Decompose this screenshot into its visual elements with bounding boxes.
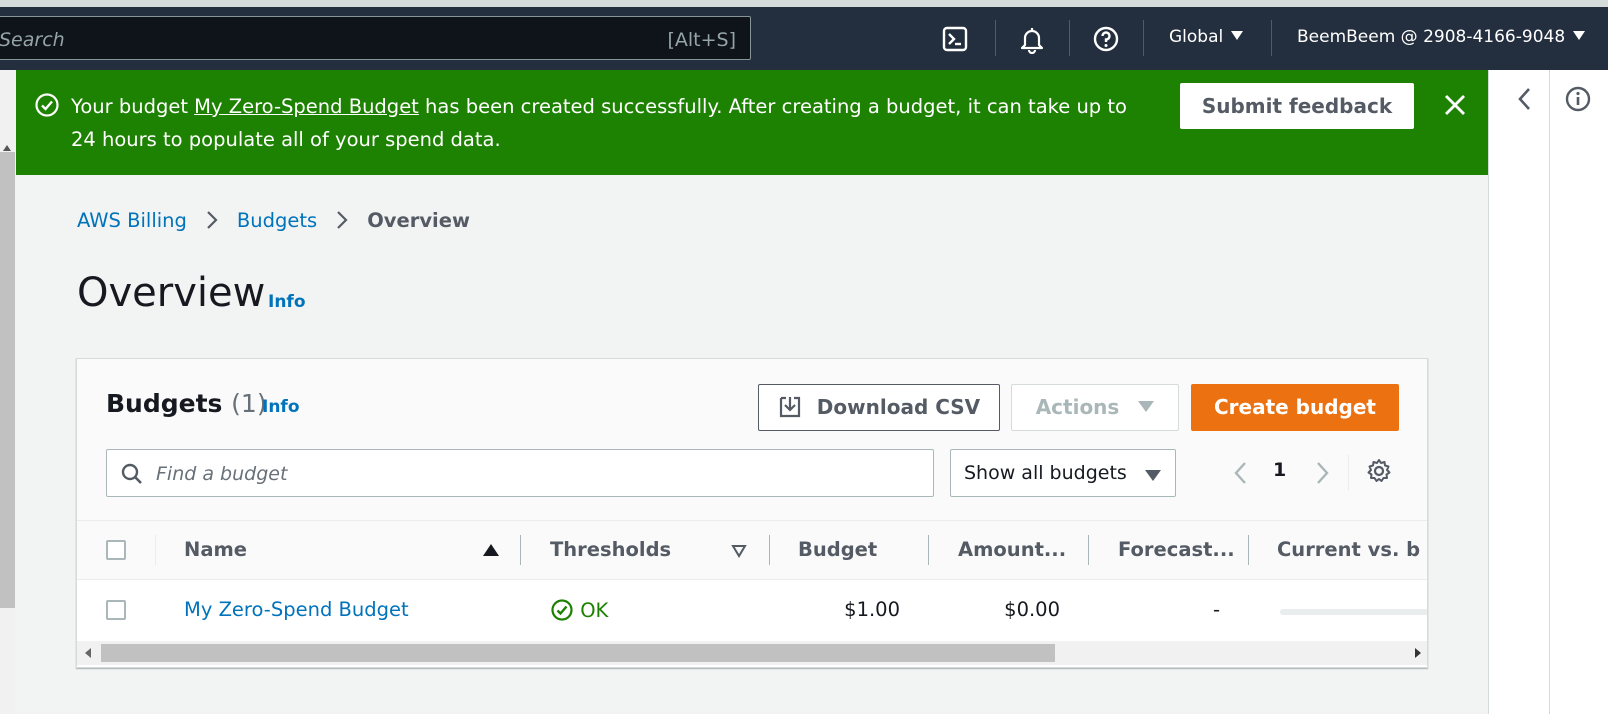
download-icon	[779, 396, 800, 418]
region-label: Global	[1169, 27, 1224, 47]
search-shortcut: [Alt+S]	[667, 29, 736, 51]
sort-ascending-icon[interactable]	[483, 544, 499, 556]
account-menu[interactable]: BeemBeem @ 2908-4166-9048	[1297, 27, 1586, 47]
scroll-up-arrow-icon[interactable]	[3, 145, 11, 151]
search-placeholder: Search	[0, 29, 65, 51]
threshold-status-label: OK	[580, 599, 609, 622]
tools-side-panel	[1488, 70, 1608, 714]
budget-filter-select[interactable]: Show all budgets	[950, 449, 1176, 497]
flash-message: Your budget My Zero-Spend Budget has bee…	[71, 90, 1151, 156]
success-flash-banner: Your budget My Zero-Spend Budget has bee…	[16, 70, 1488, 175]
column-header-amount[interactable]: Amount...	[958, 538, 1066, 561]
threshold-status: OK	[550, 598, 608, 622]
column-header-forecast[interactable]: Forecast...	[1118, 538, 1235, 561]
cloudshell-icon[interactable]	[940, 24, 970, 54]
notifications-bell-icon[interactable]	[1017, 24, 1047, 54]
actual-amount: $0.00	[1004, 598, 1060, 621]
scrollbar-thumb[interactable]	[0, 152, 15, 608]
horizontal-scrollbar-thumb[interactable]	[101, 644, 1055, 662]
topbar-divider	[995, 20, 996, 56]
column-header-thresholds[interactable]: Thresholds	[550, 538, 671, 561]
breadcrumb: AWS Billing Budgets Overview	[77, 209, 470, 232]
help-icon[interactable]	[1091, 24, 1121, 54]
caret-down-icon	[1145, 470, 1161, 481]
global-search-input[interactable]: Search [Alt+S]	[0, 16, 751, 60]
submit-feedback-button[interactable]: Submit feedback	[1180, 83, 1414, 129]
forecast-amount: -	[1212, 598, 1220, 621]
chevron-left-icon[interactable]	[1513, 84, 1537, 114]
chevron-right-icon	[337, 211, 348, 229]
success-check-icon	[35, 93, 59, 117]
select-all-checkbox[interactable]	[106, 540, 126, 560]
budget-amount: $1.00	[844, 598, 900, 621]
table-header-row: Name Thresholds Budget Amount... Forecas…	[77, 521, 1427, 580]
info-panel-icon[interactable]	[1563, 84, 1593, 114]
caret-down-icon	[1138, 401, 1155, 412]
topbar-divider	[1143, 20, 1144, 56]
breadcrumb-current: Overview	[367, 209, 470, 232]
breadcrumb-aws-billing[interactable]: AWS Billing	[77, 209, 187, 232]
current-vs-budget-bar	[1280, 609, 1427, 615]
breadcrumb-budgets[interactable]: Budgets	[237, 209, 317, 232]
current-page-number[interactable]: 1	[1273, 459, 1286, 481]
column-divider	[928, 535, 929, 565]
budgets-info-link[interactable]: Info	[262, 397, 300, 417]
table-row: My Zero-Spend Budget OK $1.00 $0.00 -	[77, 581, 1427, 641]
close-icon[interactable]	[1440, 90, 1470, 120]
top-nav-bar: Search [Alt+S] Global BeemBeem @ 2908-41…	[0, 0, 1608, 70]
column-divider	[769, 535, 770, 565]
budget-name-link[interactable]: My Zero-Spend Budget	[184, 598, 409, 621]
flash-budget-link[interactable]: My Zero-Spend Budget	[194, 95, 419, 118]
caret-down-icon	[1231, 31, 1244, 40]
topbar-divider	[1069, 20, 1070, 56]
column-divider	[520, 535, 521, 565]
scroll-right-arrow-icon[interactable]	[1415, 648, 1421, 658]
row-checkbox[interactable]	[106, 600, 126, 620]
actions-dropdown-button[interactable]: Actions	[1011, 384, 1179, 431]
page-info-link[interactable]: Info	[268, 292, 306, 312]
panel-divider	[1549, 70, 1550, 714]
column-header-name[interactable]: Name	[184, 538, 247, 561]
budgets-heading: Budgets (1)	[106, 389, 267, 418]
find-budget-input[interactable]: Find a budget	[106, 449, 934, 497]
pager-divider	[1348, 455, 1349, 491]
flash-text-prefix: Your budget	[71, 95, 195, 118]
column-divider	[155, 535, 156, 565]
status-ok-icon	[551, 599, 573, 621]
budgets-title: Budgets	[106, 389, 223, 418]
budgets-table-container: Budgets (1) Info Download CSV Actions Cr…	[76, 358, 1428, 668]
create-budget-button[interactable]: Create budget	[1191, 384, 1399, 431]
table-horizontal-scrollbar[interactable]	[77, 641, 1427, 665]
search-icon	[121, 463, 142, 484]
topbar-divider	[1271, 20, 1272, 56]
page-scrollbar[interactable]	[0, 70, 15, 714]
sort-descending-icon[interactable]	[731, 544, 747, 558]
column-header-current-vs-budget[interactable]: Current vs. b	[1277, 538, 1420, 561]
actions-label: Actions	[1035, 395, 1120, 419]
page-title: Overview	[77, 270, 266, 316]
account-label: BeemBeem @ 2908-4166-9048	[1297, 27, 1566, 47]
download-csv-button[interactable]: Download CSV	[758, 384, 1000, 431]
column-divider	[1088, 535, 1089, 565]
settings-gear-icon[interactable]	[1365, 457, 1393, 485]
next-page-icon[interactable]	[1311, 460, 1333, 486]
caret-down-icon	[1573, 31, 1586, 40]
budgets-header: Budgets (1) Info Download CSV Actions Cr…	[77, 359, 1427, 521]
find-budget-placeholder: Find a budget	[156, 463, 288, 485]
download-csv-label: Download CSV	[816, 395, 981, 419]
column-header-budget[interactable]: Budget	[798, 538, 877, 561]
column-divider	[1248, 535, 1249, 565]
scroll-left-arrow-icon[interactable]	[85, 648, 91, 658]
previous-page-icon[interactable]	[1230, 460, 1252, 486]
budget-filter-value: Show all budgets	[964, 462, 1127, 484]
region-selector[interactable]: Global	[1169, 27, 1244, 47]
chevron-right-icon	[207, 211, 218, 229]
